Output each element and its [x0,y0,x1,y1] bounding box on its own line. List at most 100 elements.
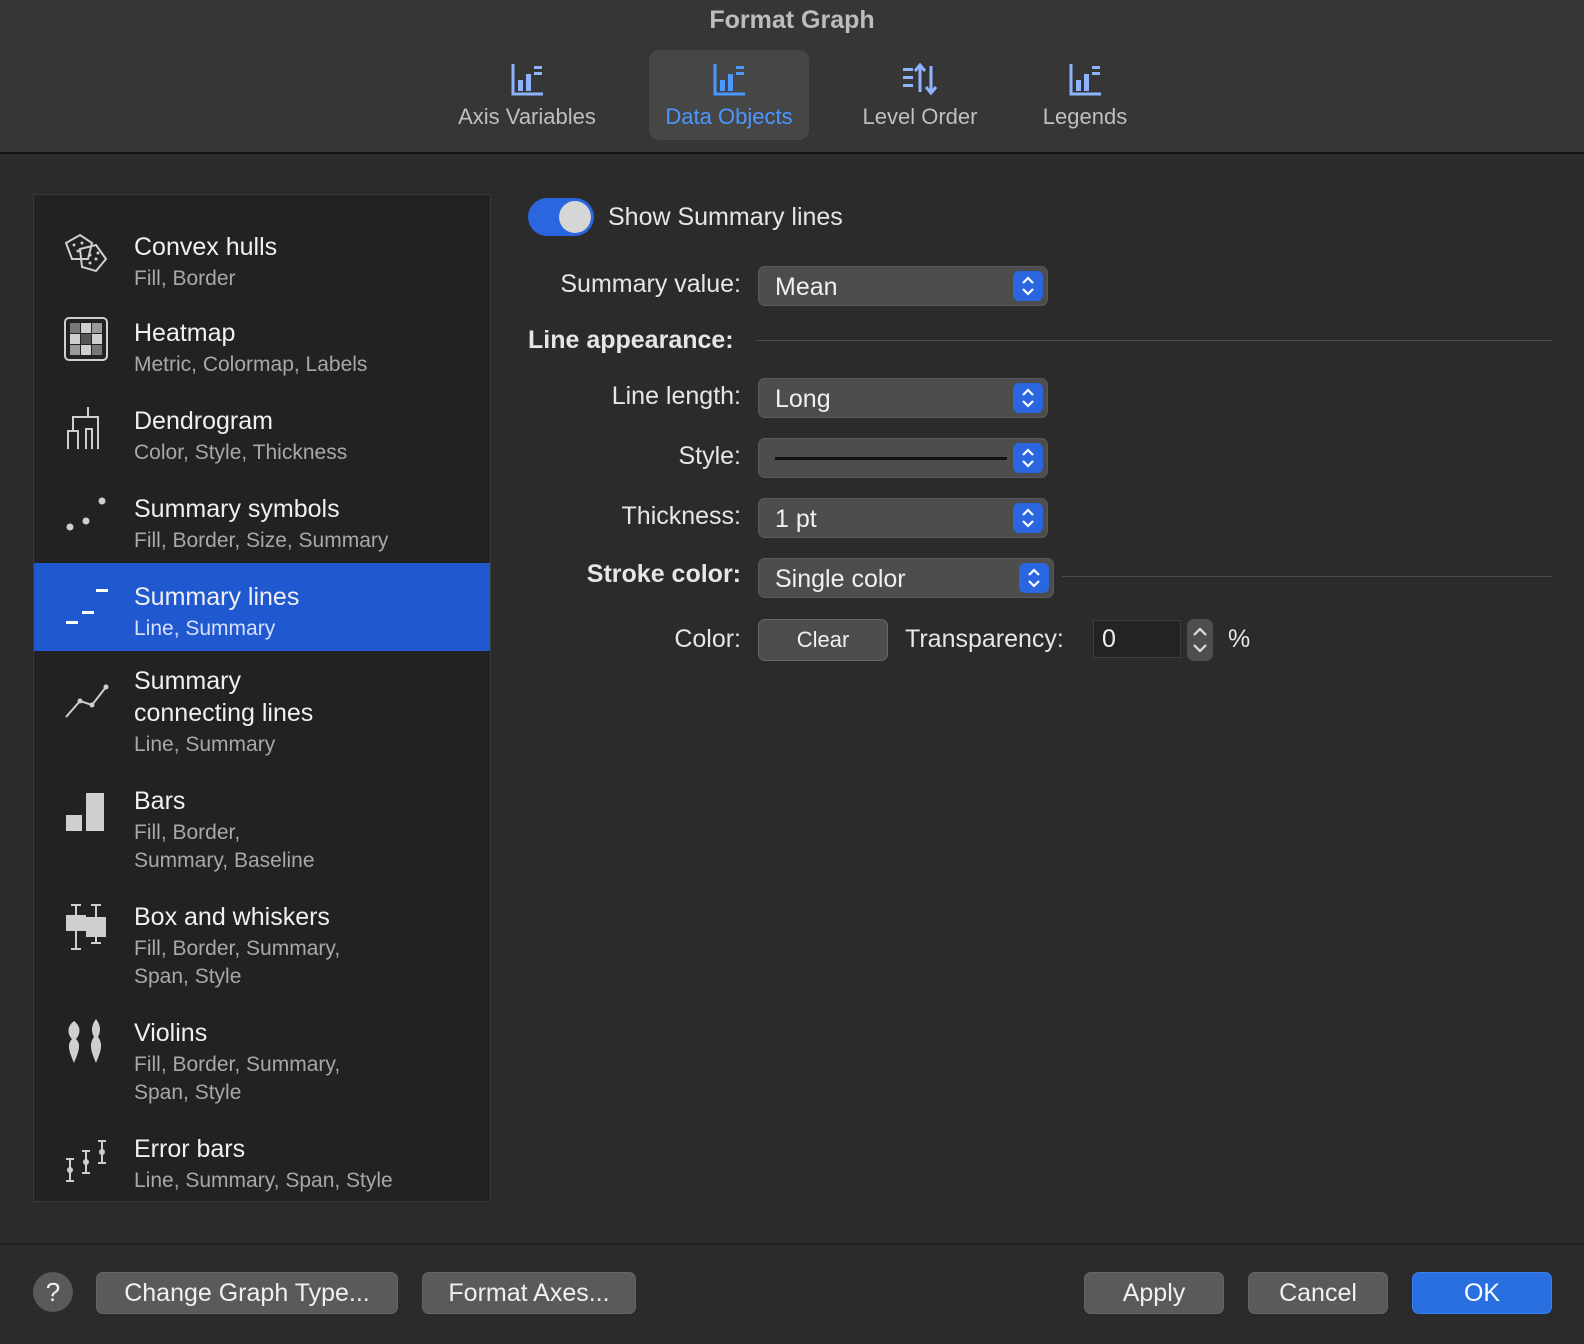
sidebar-item-subtitle: Fill, Border, Size, Summary [134,529,389,552]
thickness-select[interactable]: 1 pt [758,498,1048,538]
line-length-select[interactable]: Long [758,378,1048,418]
transparency-label: Transparency: [905,625,1064,653]
sidebar-item-dendrogram[interactable]: Dendrogram Color, Style, Thickness [34,387,490,475]
dendrogram-icon [67,407,99,449]
show-summary-lines-toggle[interactable] [528,198,594,236]
sidebar-item-bars[interactable]: Bars Fill, Border, Summary, Baseline [34,771,490,887]
sidebar-item-title: connecting lines [134,699,314,727]
sidebar-item-title: Summary [134,667,241,695]
sidebar-item-title: Bars [134,787,186,815]
summary-value-label: Summary value: [560,270,741,298]
summary-value-text: Mean [775,273,838,301]
sidebar-item-subtitle: Color, Style, Thickness [134,441,348,464]
bars-icon [66,793,104,831]
sidebar-item-summary-lines[interactable]: Summary lines Line, Summary [34,563,490,651]
popup-chevrons-icon [1013,383,1043,413]
tab-label: Legends [1042,104,1128,129]
sidebar-item-subtitle: Line, Summary [134,617,276,640]
thickness-label: Thickness: [621,502,741,530]
stroke-color-select[interactable]: Single color [758,558,1054,598]
help-button[interactable]: ? [33,1272,73,1312]
sidebar-item-title: Summary symbols [134,495,340,523]
tab-label: Axis Variables [458,104,596,129]
popup-chevrons-icon [1013,443,1043,473]
sidebar-item-subtitle: Fill, Border [134,267,236,290]
stroke-color-divider [1062,576,1552,577]
sidebar-item-title: Dendrogram [134,407,273,435]
summary-value-select[interactable]: Mean [758,266,1048,306]
toggle-knob [559,201,591,233]
box-whiskers-icon [66,904,106,950]
sidebar-item-subtitle: Summary, Baseline [134,849,315,872]
line-length-text: Long [775,385,831,413]
sidebar-item-title: Violins [134,1019,208,1047]
color-label: Color: [674,625,741,653]
sidebar-item-subtitle: Line, Summary [134,733,276,756]
popup-chevrons-icon [1013,503,1043,533]
data-objects-list: Convex hulls Fill, Border Heatmap Metric… [33,194,491,1202]
line-appearance-divider [757,340,1552,341]
sidebar-item-subtitle: Fill, Border, [134,821,241,844]
ok-button[interactable]: OK [1412,1272,1552,1314]
tab-label: Data Objects [665,104,793,129]
violins-icon [68,1019,102,1063]
change-graph-type-button[interactable]: Change Graph Type... [96,1272,398,1314]
tab-bar: Axis Variables Data Objects Level Order [0,50,1584,140]
thickness-text: 1 pt [775,505,817,533]
tab-data-objects[interactable]: Data Objects [649,50,809,140]
level-order-icon [903,62,938,96]
sidebar-item-subtitle: Fill, Border, Summary, [134,937,341,960]
solid-line-swatch [775,457,1007,460]
line-style-select[interactable] [758,438,1048,478]
color-well-button[interactable]: Clear [758,619,888,661]
sidebar-item-summary-symbols[interactable]: Summary symbols Fill, Border, Size, Summ… [34,475,490,563]
sidebar-item-title: Error bars [134,1135,246,1163]
sidebar-item-box-whiskers[interactable]: Box and whiskers Fill, Border, Summary, … [34,887,490,1003]
transparency-stepper[interactable] [1187,619,1213,661]
convex-hulls-icon [64,233,108,273]
sidebar-item-title: Convex hulls [134,233,278,261]
tab-legends[interactable]: Legends [1005,50,1165,140]
line-appearance-heading: Line appearance: [528,326,734,354]
footer-divider [0,1243,1584,1245]
sidebar-item-convex-hulls[interactable]: Convex hulls Fill, Border [34,211,490,299]
show-summary-lines-label: Show Summary lines [608,203,843,231]
sidebar-item-subtitle: Line, Summary, Span, Style [134,1169,393,1192]
window-title: Format Graph [709,6,875,34]
popup-chevrons-icon [1019,563,1049,593]
style-label: Style: [678,442,741,470]
stroke-color-label: Stroke color: [586,560,741,588]
axis-variables-icon [511,64,543,96]
sidebar-item-summary-connecting-lines[interactable]: Summary connecting lines Line, Summary [34,651,490,771]
sidebar-item-subtitle: Metric, Colormap, Labels [134,353,368,376]
summary-lines-icon [66,589,108,624]
sidebar-item-subtitle: Span, Style [134,965,242,988]
stepper-arrows-icon [1193,627,1207,653]
sidebar-item-title: Summary lines [134,583,300,611]
data-objects-icon [713,64,745,96]
tab-level-order[interactable]: Level Order [840,50,1000,140]
transparency-input[interactable]: 0 [1093,620,1181,658]
sidebar-item-heatmap[interactable]: Heatmap Metric, Colormap, Labels [34,299,490,387]
line-length-label: Line length: [611,382,741,410]
tab-label: Level Order [862,104,978,129]
apply-button[interactable]: Apply [1084,1272,1224,1314]
percent-unit: % [1228,625,1251,653]
sidebar-item-error-bars[interactable]: Error bars Line, Summary, Span, Style [34,1119,490,1201]
sidebar-item-subtitle: Fill, Border, Summary, [134,1053,341,1076]
summary-connecting-lines-icon [65,684,109,718]
stroke-color-text: Single color [775,565,906,593]
legends-icon [1069,64,1101,96]
sidebar-item-title: Heatmap [134,319,236,347]
error-bars-icon [66,1140,106,1182]
window-titlebar: Format Graph Axis Variables Data Objects [0,0,1584,154]
heatmap-icon [64,317,108,361]
summary-symbols-icon [66,497,106,531]
sidebar-item-violins[interactable]: Violins Fill, Border, Summary, Span, Sty… [34,1003,490,1119]
sidebar-item-subtitle: Span, Style [134,1081,242,1104]
tab-axis-variables[interactable]: Axis Variables [447,50,607,140]
sidebar-item-title: Box and whiskers [134,903,330,931]
format-axes-button[interactable]: Format Axes... [422,1272,636,1314]
cancel-button[interactable]: Cancel [1248,1272,1388,1314]
popup-chevrons-icon [1013,271,1043,301]
